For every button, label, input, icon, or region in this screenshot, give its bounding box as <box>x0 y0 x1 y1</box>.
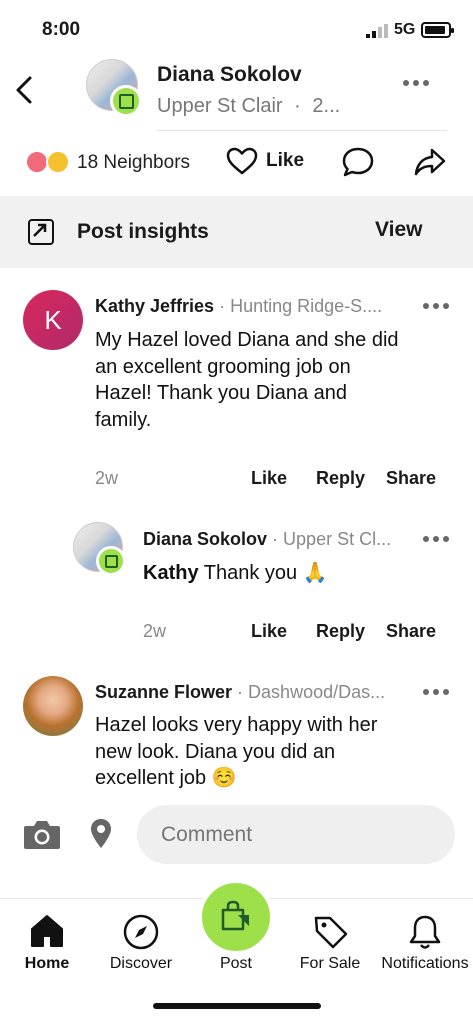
comment-input[interactable] <box>137 805 455 864</box>
reply-text: Thank you 🙏 <box>203 562 328 584</box>
nav-notifications-label: Notifications <box>381 955 469 972</box>
author-location: Upper St Clair <box>157 95 283 117</box>
post-timestamp: 2... <box>312 95 341 117</box>
comment-author-line: Suzanne Flower · Dashwood/Das... <box>95 682 386 702</box>
bell-icon <box>409 915 441 949</box>
share-arrow-icon[interactable] <box>413 145 447 179</box>
comment-author[interactable]: Kathy Jeffries <box>95 296 214 316</box>
avatar-letter: K <box>44 304 62 335</box>
comment-like-button[interactable]: Like <box>251 468 287 489</box>
reply-reply-button[interactable]: Reply <box>316 621 365 642</box>
camera-icon[interactable] <box>22 817 62 851</box>
comment-line: new look. Diana you did an <box>95 740 336 763</box>
nav-post[interactable]: Post <box>189 879 283 989</box>
reply-mention[interactable]: Kathy <box>143 562 199 584</box>
reply-like-button[interactable]: Like <box>251 621 287 642</box>
price-tag-icon <box>314 916 348 949</box>
nav-discover-label: Discover <box>109 955 173 972</box>
post-insights-bar[interactable]: Post insights View <box>0 196 473 268</box>
insights-title: Post insights <box>77 220 209 243</box>
nav-discover[interactable]: Discover <box>94 899 188 989</box>
comment-line: an excellent grooming job on <box>95 355 351 378</box>
reply-location: Upper St Cl... <box>283 529 392 549</box>
smile-reaction-icon <box>46 150 70 174</box>
reply-more-icon[interactable] <box>423 536 449 542</box>
business-badge-icon <box>96 546 126 576</box>
reply-author-line: Diana Sokolov · Upper St Cl... <box>143 529 392 549</box>
more-options-icon[interactable] <box>403 80 429 86</box>
comment-compose-bar <box>0 803 473 865</box>
author-subtitle: Upper St Clair · 2... <box>157 95 340 118</box>
post-header: Diana Sokolov Upper St Clair · 2... <box>0 55 473 131</box>
reply-body: Kathy Thank you 🙏 <box>143 560 453 587</box>
divider <box>157 130 447 131</box>
comment-author-line: Kathy Jeffries · Hunting Ridge-S.... <box>95 296 383 316</box>
home-indicator <box>153 1003 321 1009</box>
nav-for-sale[interactable]: For Sale <box>283 899 377 989</box>
comment-line: Hazel looks very happy with her <box>95 714 378 736</box>
nav-home-label: Home <box>24 955 70 972</box>
separator-dot: · <box>294 95 301 117</box>
network-type: 5G <box>394 21 416 38</box>
compass-icon <box>123 914 159 950</box>
nav-post-label: Post <box>219 955 252 972</box>
battery-icon <box>421 22 454 38</box>
back-arrow-icon[interactable] <box>10 70 40 110</box>
comment-location: Dashwood/Das... <box>248 682 386 702</box>
nav-for-sale-label: For Sale <box>299 955 361 972</box>
nav-notifications[interactable]: Notifications <box>378 899 472 989</box>
comment-line: My Hazel loved Diana and she did <box>95 329 399 351</box>
reply-actions: 2w Like Reply Share <box>0 621 473 645</box>
comment-icon[interactable] <box>341 145 375 179</box>
tag-bag-icon <box>221 900 249 931</box>
insights-chart-icon <box>28 219 54 245</box>
comment-body: My Hazel loved Diana and she did an exce… <box>95 327 455 433</box>
comment-more-icon[interactable] <box>423 689 449 695</box>
comment-line: family. <box>95 408 152 431</box>
comment-location: Hunting Ridge-S.... <box>230 296 383 316</box>
reply-share-button[interactable]: Share <box>386 621 436 642</box>
status-time: 8:00 <box>42 19 81 40</box>
comment-line: excellent job ☺️ <box>95 767 237 789</box>
comment-more-icon[interactable] <box>423 303 449 309</box>
comment-body: Hazel looks very happy with her new look… <box>95 712 455 792</box>
comment-share-button[interactable]: Share <box>386 468 436 489</box>
reply-age: 2w <box>143 621 167 641</box>
comment-reply-button[interactable]: Reply <box>316 468 365 489</box>
status-bar: 8:00 5G <box>0 0 473 60</box>
like-button[interactable]: Like <box>226 146 304 176</box>
comment-actions: 2w Like Reply Share <box>0 468 473 492</box>
comment-age: 2w <box>95 468 119 488</box>
home-icon <box>31 915 63 947</box>
nav-home[interactable]: Home <box>0 899 94 989</box>
post-fab <box>198 879 274 955</box>
signal-icon <box>366 24 388 38</box>
insights-view-button[interactable]: View <box>375 218 422 242</box>
like-label: Like <box>266 150 305 171</box>
comment-author[interactable]: Suzanne Flower <box>95 682 232 702</box>
commenter-avatar[interactable]: K <box>23 290 83 350</box>
reply-author[interactable]: Diana Sokolov <box>143 529 267 549</box>
commenter-avatar-photo[interactable] <box>23 676 83 736</box>
heart-outline-icon <box>226 147 258 175</box>
comment-line: Hazel! Thank you Diana and <box>95 382 348 404</box>
reactions-row: 18 Neighbors Like <box>0 140 473 186</box>
location-pin-icon[interactable] <box>89 817 113 851</box>
reaction-count[interactable]: 18 Neighbors <box>77 152 190 174</box>
author-name[interactable]: Diana Sokolov <box>157 63 302 87</box>
business-badge-icon <box>110 85 142 117</box>
